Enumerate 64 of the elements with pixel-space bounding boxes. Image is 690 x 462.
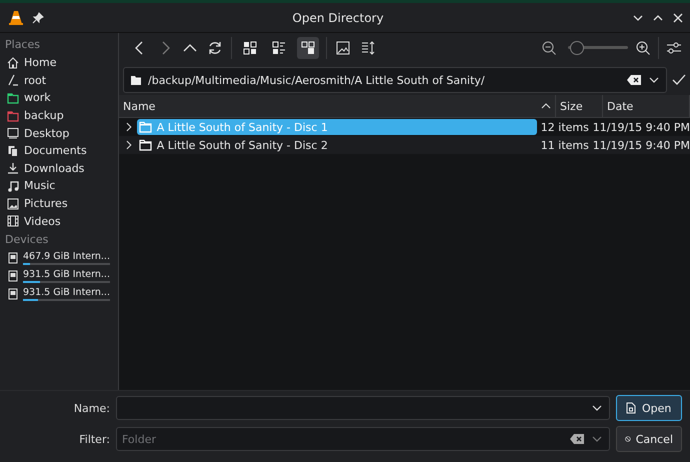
date-cell-text: 11/19/15 9:40 PM: [592, 120, 690, 134]
device-item[interactable]: 931.5 GiB Intern...: [4, 266, 118, 285]
download-icon: [7, 162, 19, 174]
sidebar-item[interactable]: work: [4, 89, 118, 107]
drive-icon: [7, 270, 19, 282]
section-label: Places: [4, 37, 41, 53]
list-icon: [271, 40, 287, 56]
sort-icon[interactable]: [359, 38, 377, 56]
sidebar-item[interactable]: Music: [4, 177, 118, 195]
field-label: Name:: [72, 402, 110, 414]
column-header[interactable]: Size: [556, 95, 603, 117]
folder-icon: [130, 74, 142, 86]
clear-icon[interactable]: [569, 433, 585, 445]
name-field[interactable]: [116, 396, 610, 420]
film-icon: [7, 215, 19, 228]
slash-icon: [7, 74, 19, 86]
music-icon: [7, 180, 19, 192]
picture-icon: [7, 198, 19, 210]
home-icon: [7, 56, 19, 69]
sidebar-item[interactable]: Documents: [4, 142, 118, 160]
cancel-button[interactable]: Cancel: [616, 426, 682, 452]
settings-icon[interactable]: [666, 40, 682, 56]
documents-icon: [7, 144, 19, 157]
cone-icon: [8, 10, 24, 26]
drive-icon: [7, 252, 19, 264]
filter-field[interactable]: Folder: [116, 427, 610, 451]
date-cell-text: 11/19/15 9:40 PM: [592, 138, 690, 152]
zoom-in-icon[interactable]: [635, 40, 651, 56]
device-label: 931.5 GiB Intern...: [23, 268, 110, 280]
open-button[interactable]: Open: [616, 395, 682, 421]
device-label: 931.5 GiB Intern...: [23, 286, 110, 298]
section-label: Devices: [4, 232, 50, 248]
sidebar-item[interactable]: root: [4, 72, 118, 90]
sidebar-item[interactable]: Pictures: [4, 194, 118, 212]
device-item[interactable]: 467.9 GiB Intern...: [4, 248, 118, 267]
window-title: Open Directory: [291, 10, 385, 24]
document-icon: [625, 402, 637, 414]
location-field[interactable]: /backup/Multimedia/Music/Aerosmith/A Little South of Sanity/: [123, 67, 667, 93]
device-item[interactable]: 931.5 GiB Intern...: [4, 284, 118, 303]
preview-icon[interactable]: [334, 38, 352, 56]
grid-icon: [242, 40, 258, 56]
folder-row[interactable]: A Little South of Sanity - Disc 2: [136, 137, 537, 153]
size-cell-text: 12 items: [540, 120, 589, 134]
view-mode-button[interactable]: [297, 36, 319, 58]
monitor-icon: [7, 127, 19, 140]
close-icon[interactable]: [672, 12, 684, 24]
sidebar-item[interactable]: Downloads: [4, 160, 118, 178]
sidebar-item[interactable]: backup: [4, 106, 118, 124]
folder-icon: [138, 121, 152, 133]
clear-icon[interactable]: [626, 74, 642, 86]
sidebar-item[interactable]: Videos: [4, 212, 118, 230]
column-header[interactable]: Name: [119, 95, 556, 117]
field-label: Filter:: [78, 432, 110, 446]
column-header[interactable]: Date: [603, 95, 690, 117]
size-cell-text: 11 items: [540, 138, 589, 152]
sidebar-item[interactable]: Home: [4, 54, 118, 72]
folder-icon: [138, 139, 152, 151]
checkmark-icon[interactable]: [672, 73, 686, 87]
sidebar-item[interactable]: Desktop: [4, 124, 118, 142]
pin-icon[interactable]: [32, 12, 44, 24]
tree-icon: [300, 40, 316, 56]
zoom-out-icon[interactable]: [541, 40, 557, 56]
device-label: 467.9 GiB Intern...: [23, 250, 110, 262]
drive-icon: [7, 288, 19, 300]
